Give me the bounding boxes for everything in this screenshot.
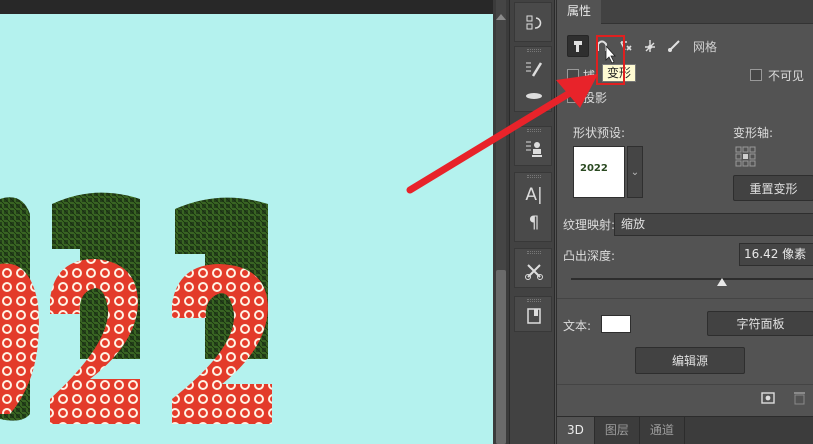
edit-source-button[interactable]: 编辑源	[635, 347, 745, 374]
tab-properties[interactable]: 属性	[557, 0, 602, 24]
extruded-3d-text[interactable]	[0, 14, 493, 444]
shape-preset-thumb-text: 2022	[580, 163, 608, 174]
text-color-label: 文本:	[563, 319, 592, 333]
invisible-label: 不可见	[768, 69, 805, 83]
chevron-down-icon[interactable]: ⌄	[627, 146, 643, 198]
panel-footer	[557, 384, 813, 410]
capture-shadows-label: 捕	[583, 69, 596, 83]
trash-icon[interactable]	[793, 390, 806, 405]
text-color-swatch[interactable]	[601, 315, 631, 333]
digit-zero	[0, 197, 39, 421]
texture-mapping-label: 纹理映射:	[563, 218, 616, 232]
coordinates-icon[interactable]	[639, 35, 661, 57]
deform-axis-grid-icon[interactable]	[735, 146, 757, 168]
tool-group-notes	[514, 296, 552, 332]
document-area[interactable]	[0, 14, 493, 444]
tool-presets-icon[interactable]	[515, 257, 553, 285]
invisible-checkbox[interactable]	[750, 69, 762, 81]
history-icon[interactable]	[515, 9, 553, 37]
reset-deform-button[interactable]: 重置变形	[733, 175, 813, 201]
shape-preset-thumbnail[interactable]: 2022	[573, 146, 625, 198]
capture-shadows-checkbox[interactable]	[567, 69, 579, 81]
clone-source-icon[interactable]	[515, 135, 553, 163]
scroll-up-arrow[interactable]	[496, 14, 506, 20]
deform-axis-label: 变形轴:	[733, 126, 774, 140]
panel-divider	[557, 298, 813, 299]
properties-panel: 属性 网格 捕 不可见 投影 形状预设: 变形轴: 2022 ⌄ 重置变形 纹理…	[556, 0, 813, 444]
character-icon[interactable]: A|	[515, 181, 553, 209]
paragraph-icon[interactable]: ¶	[515, 209, 553, 237]
annotation-highlight-box	[596, 35, 625, 85]
tool-group-clone	[514, 126, 552, 166]
extrude-depth-input[interactable]: 16.42 像素	[739, 243, 813, 266]
extrude-depth-slider-thumb[interactable]	[716, 278, 727, 286]
character-panel-button[interactable]: 字符面板	[707, 311, 813, 336]
cast-shadows-checkbox[interactable]	[567, 91, 579, 103]
tool-group-history	[514, 2, 552, 42]
tab-3d[interactable]: 3D	[557, 417, 595, 444]
extrude-depth-slider[interactable]	[571, 278, 813, 280]
shape-preset-label: 形状预设:	[573, 126, 626, 140]
mesh-label[interactable]: 网格	[693, 38, 717, 55]
panel-header: 属性	[557, 0, 813, 24]
digit-two-second	[172, 197, 272, 424]
notes-icon[interactable]	[515, 302, 553, 330]
digit-two-first	[50, 192, 140, 424]
canvas-vertical-scrollbar[interactable]	[493, 0, 509, 444]
tab-channels[interactable]: 通道	[640, 417, 685, 444]
tool-group-tools	[514, 248, 552, 288]
tab-layers[interactable]: 图层	[595, 417, 640, 444]
mesh-properties-icon[interactable]	[567, 35, 589, 57]
brush-presets-icon[interactable]	[515, 83, 553, 111]
panel-tool-strip: A| ¶	[509, 0, 555, 444]
scroll-thumb[interactable]	[496, 270, 506, 444]
tool-group-type: A| ¶	[514, 172, 552, 242]
cast-shadows-label: 投影	[583, 91, 608, 105]
properties-icon-row: 网格	[567, 34, 717, 58]
tool-group-brushes	[514, 46, 552, 112]
bottom-tab-bar: 3D 图层 通道	[557, 416, 813, 444]
texture-mapping-select[interactable]: 缩放	[614, 213, 813, 236]
extrude-depth-label: 凸出深度:	[563, 249, 616, 263]
brush-settings-icon[interactable]	[515, 55, 553, 83]
material-brush-icon[interactable]	[663, 35, 685, 57]
render-icon[interactable]	[761, 391, 775, 405]
document-canvas[interactable]	[0, 0, 493, 444]
